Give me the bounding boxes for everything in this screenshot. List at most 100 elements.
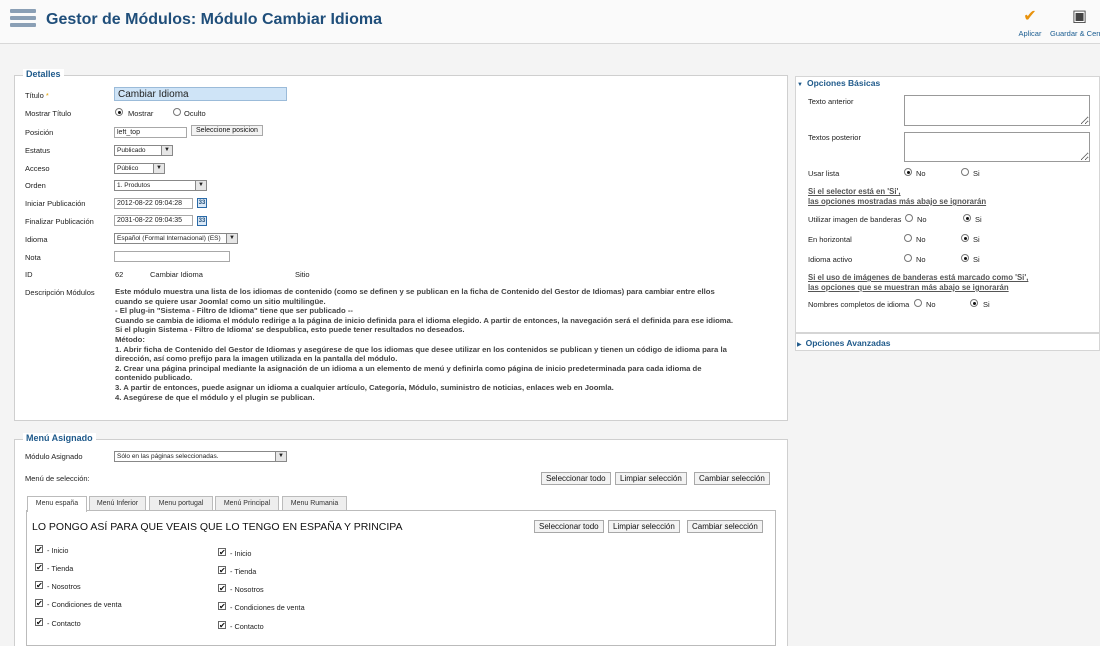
language-label: Idioma [25, 235, 48, 244]
menu-item-label: - Contacto [230, 622, 264, 631]
use-flags-label: Utilizar imagen de banderas [808, 215, 902, 224]
start-publishing-input[interactable] [114, 198, 193, 209]
tab-menu-espana[interactable]: Menu españa [27, 496, 87, 512]
finish-publishing-input[interactable] [114, 215, 193, 226]
text-before-textarea[interactable] [904, 95, 1090, 126]
show-title-radio-show[interactable] [115, 108, 123, 116]
description-label: Descripción Módulos [25, 288, 95, 297]
floppy-disk-icon: ▣ [1072, 8, 1088, 25]
menu-item-checkbox[interactable]: ✔ [218, 548, 226, 557]
menu-item-checkbox[interactable]: ✔ [218, 602, 226, 611]
tab-menu-portugal[interactable]: Menu portugal [149, 496, 213, 511]
title-label: Título * [25, 91, 49, 100]
use-list-note: Si el selector está en 'Si', las opcione… [808, 187, 986, 207]
select-all-button[interactable]: Seleccionar todo [541, 472, 611, 485]
use-list-yes-radio[interactable] [961, 168, 969, 176]
text-after-textarea[interactable] [904, 132, 1090, 162]
finish-publishing-label: Finalizar Publicación [25, 217, 94, 226]
menu-panel-title: LO PONGO ASÍ PARA QUE VEAIS QUE LO TENGO… [32, 521, 403, 533]
position-input[interactable] [114, 127, 187, 138]
use-list-note-line2: las opciones mostradas más abajo se igno… [808, 197, 987, 206]
active-language-yes-radio[interactable] [961, 254, 969, 262]
calendar-icon[interactable]: 33 [197, 198, 207, 208]
full-names-yes-label: Si [983, 300, 990, 309]
active-language-no-label: No [916, 255, 926, 264]
panel-select-all-button[interactable]: Seleccionar todo [534, 520, 604, 533]
caret-right-icon: ▶ [797, 342, 802, 348]
use-list-note-line1: Si el selector está en 'Si', [808, 187, 901, 196]
menu-item-checkbox[interactable]: ✔ [35, 563, 43, 572]
tab-menu-rumania[interactable]: Menu Rumania [282, 496, 347, 511]
status-label: Estatus [25, 146, 51, 155]
language-select[interactable]: Español (Formal Internacional) (ES) [114, 233, 238, 244]
caret-down-icon: ▼ [797, 82, 803, 88]
select-position-button[interactable]: Seleccione posicion [191, 125, 263, 136]
text-after-label: Textos posterior [808, 133, 861, 142]
advanced-options-title: Opciones Avanzadas [805, 338, 891, 348]
flags-note: Si el uso de imágenes de banderas está m… [808, 273, 1028, 293]
id-value: 62 [115, 270, 124, 279]
note-input[interactable] [114, 251, 230, 262]
status-select[interactable]: Publicado [114, 145, 173, 156]
module-description: Este módulo muestra una lista de los idi… [115, 287, 734, 402]
menu-item-checkbox[interactable]: ✔ [35, 599, 43, 608]
menu-assignment-legend: Menú Asignado [23, 433, 96, 443]
calendar-icon[interactable]: 33 [197, 216, 207, 226]
text-before-label: Texto anterior [808, 97, 854, 106]
checkmark-icon: ✔ [1023, 8, 1037, 25]
module-manager-icon [10, 9, 36, 35]
full-names-label: Nombres completos de idioma [808, 300, 910, 309]
active-language-label: Idioma activo [808, 255, 853, 264]
full-names-yes-radio[interactable] [970, 299, 978, 307]
use-flags-yes-label: Si [975, 215, 982, 224]
order-select[interactable]: 1. Produtos [114, 180, 207, 191]
flags-note-line2: las opciones que se muestran más abajo s… [808, 283, 1009, 292]
horizontal-yes-radio[interactable] [961, 234, 969, 242]
show-title-show-label: Mostrar [128, 109, 154, 118]
use-list-yes-label: Si [973, 169, 980, 178]
required-mark: * [45, 91, 49, 100]
menu-item-label: - Tienda [230, 567, 257, 576]
full-names-no-label: No [926, 300, 936, 309]
use-flags-no-label: No [917, 215, 927, 224]
tab-menu-inferior[interactable]: Menú Inferior [89, 496, 146, 511]
menu-item-checkbox[interactable]: ✔ [218, 584, 226, 593]
use-list-no-radio[interactable] [904, 168, 912, 176]
menu-item-label: - Inicio [47, 546, 69, 555]
menu-item-checkbox[interactable]: ✔ [35, 545, 43, 554]
title-input[interactable] [114, 87, 287, 101]
use-list-label: Usar lista [808, 169, 840, 178]
menu-item-checkbox[interactable]: ✔ [35, 618, 43, 627]
use-flags-no-radio[interactable] [905, 214, 913, 222]
menu-item-checkbox[interactable]: ✔ [35, 581, 43, 590]
horizontal-yes-label: Si [973, 235, 980, 244]
module-assignment-select[interactable]: Sólo en las páginas seleccionadas. [114, 451, 287, 462]
client-site-label: Sitio [295, 270, 310, 279]
menu-item-label: - Condiciones de venta [230, 603, 305, 612]
save-close-button[interactable]: ▣ Guardar & Cerrar [1050, 8, 1100, 38]
module-assignment-label: Módulo Asignado [25, 452, 83, 461]
order-label: Orden [25, 181, 46, 190]
menu-item-checkbox[interactable]: ✔ [218, 566, 226, 575]
basic-options-header[interactable]: ▼ Opciones Básicas [797, 78, 1100, 90]
use-flags-yes-radio[interactable] [963, 214, 971, 222]
tab-menu-principal[interactable]: Menú Principal [215, 496, 279, 511]
advanced-options-header[interactable]: ▶ Opciones Avanzadas [797, 338, 1100, 350]
clear-selection-button[interactable]: Limpiar selección [615, 472, 687, 485]
menu-item-label: - Condiciones de venta [47, 600, 122, 609]
flags-note-line1: Si el uso de imágenes de banderas está m… [808, 273, 1029, 282]
show-title-radio-hide[interactable] [173, 108, 181, 116]
panel-clear-selection-button[interactable]: Limpiar selección [608, 520, 680, 533]
page-title: Gestor de Módulos: Módulo Cambiar Idioma [46, 11, 383, 28]
access-select[interactable]: Público [114, 163, 165, 174]
toggle-selection-button[interactable]: Cambiar selección [694, 472, 770, 485]
full-names-no-radio[interactable] [914, 299, 922, 307]
horizontal-no-radio[interactable] [904, 234, 912, 242]
apply-button[interactable]: ✔ Aplicar [1012, 8, 1048, 38]
horizontal-label: En horizontal [808, 235, 852, 244]
panel-toggle-selection-button[interactable]: Cambiar selección [687, 520, 763, 533]
toolbar-header: Gestor de Módulos: Módulo Cambiar Idioma… [0, 0, 1100, 44]
menu-item-checkbox[interactable]: ✔ [218, 621, 226, 630]
module-type-name: Cambiar Idioma [150, 270, 203, 279]
active-language-no-radio[interactable] [904, 254, 912, 262]
